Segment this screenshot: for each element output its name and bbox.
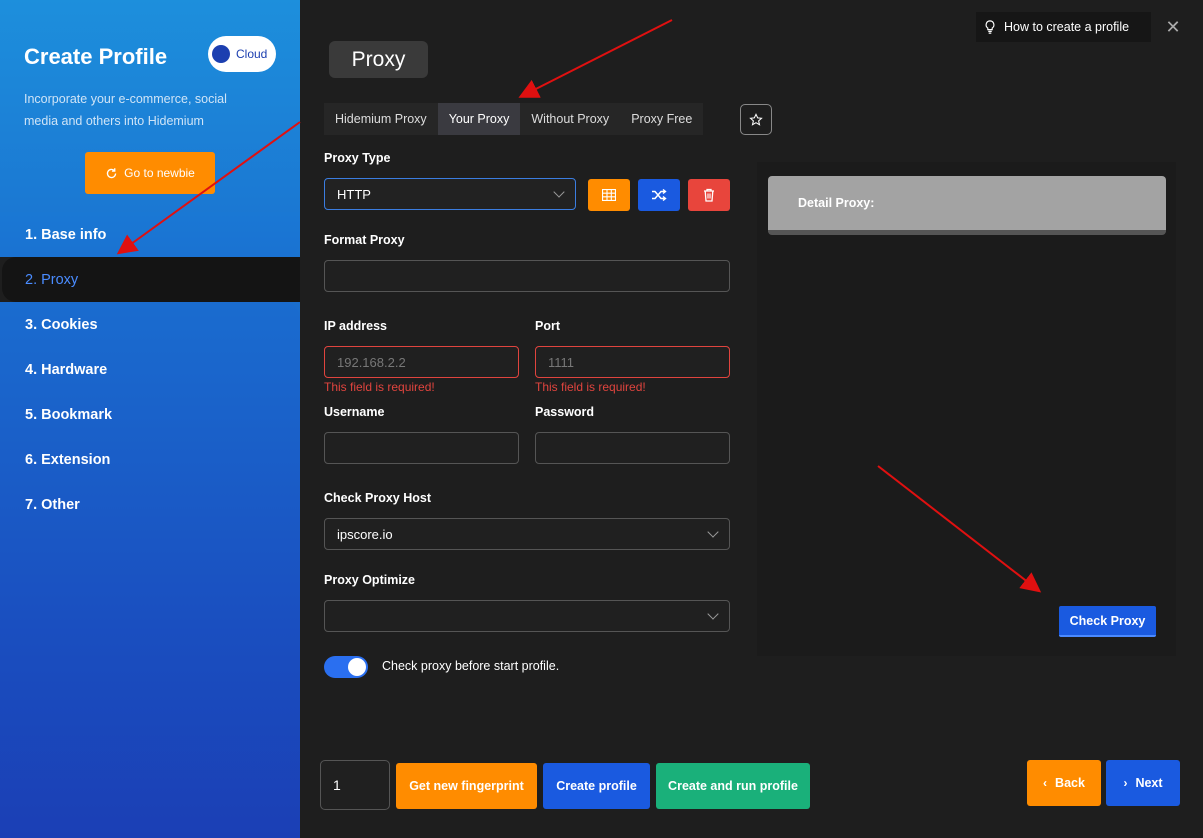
back-label: Back: [1055, 776, 1085, 790]
sidebar-nav: 1. Base info 2. Proxy 3. Cookies 4. Hard…: [0, 212, 300, 527]
check-proxy-host-select[interactable]: ipscore.io: [324, 518, 730, 550]
cloud-label: Cloud: [236, 47, 268, 61]
go-to-newbie-label: Go to newbie: [124, 166, 195, 180]
trash-icon: [704, 188, 714, 202]
proxy-optimize-label: Proxy Optimize: [324, 573, 415, 587]
sidebar-title: Create Profile: [24, 44, 168, 69]
detail-proxy-panel: [757, 162, 1176, 656]
toggle-knob: [348, 658, 366, 676]
cloud-toggle-knob: [212, 45, 230, 63]
check-proxy-toggle-label: Check proxy before start profile.: [382, 659, 560, 673]
proxy-type-value: HTTP: [337, 186, 371, 202]
quantity-input[interactable]: 1: [320, 760, 390, 810]
table-view-button[interactable]: [588, 179, 630, 211]
favorite-button[interactable]: [740, 104, 772, 135]
username-label: Username: [324, 405, 385, 419]
sidebar-item-bookmark[interactable]: 5. Bookmark: [0, 392, 300, 437]
create-and-run-profile-button[interactable]: Create and run profile: [656, 763, 810, 809]
sidebar-item-hardware[interactable]: 4. Hardware: [0, 347, 300, 392]
go-to-newbie-button[interactable]: Go to newbie: [85, 152, 215, 194]
ip-address-label: IP address: [324, 319, 388, 333]
close-icon[interactable]: ✕: [1164, 18, 1182, 36]
get-new-fingerprint-button[interactable]: Get new fingerprint: [396, 763, 537, 809]
star-icon: [749, 112, 763, 126]
lightbulb-icon: [985, 20, 995, 34]
tab-your-proxy[interactable]: Your Proxy: [437, 103, 521, 135]
chevron-down-icon: [553, 186, 565, 198]
sidebar-item-proxy[interactable]: 2. Proxy: [0, 257, 300, 302]
ip-address-input[interactable]: 192.168.2.2: [324, 346, 519, 378]
username-input[interactable]: [324, 432, 519, 464]
proxy-tabs: Hidemium Proxy Your Proxy Without Proxy …: [324, 103, 704, 135]
detail-proxy-label: Detail Proxy:: [798, 196, 875, 210]
password-input[interactable]: [535, 432, 730, 464]
proxy-type-label: Proxy Type: [324, 151, 391, 165]
chevron-down-icon: [707, 608, 719, 620]
proxy-optimize-select[interactable]: [324, 600, 730, 632]
tab-without-proxy[interactable]: Without Proxy: [520, 103, 620, 135]
create-profile-window: Create Profile Cloud Incorporate your e-…: [0, 0, 1203, 838]
password-label: Password: [535, 405, 595, 419]
check-proxy-host-label: Check Proxy Host: [324, 491, 431, 505]
page-title: Proxy: [329, 41, 428, 78]
tab-hidemium-proxy[interactable]: Hidemium Proxy: [324, 103, 438, 135]
back-button[interactable]: ‹ Back: [1027, 760, 1101, 806]
detail-proxy-box: Detail Proxy:: [768, 176, 1166, 235]
grid-icon: [602, 189, 616, 201]
port-error: This field is required!: [535, 380, 646, 394]
check-proxy-host-value: ipscore.io: [337, 526, 393, 542]
refresh-icon: [106, 167, 117, 178]
create-profile-button[interactable]: Create profile: [543, 763, 650, 809]
tab-proxy-free[interactable]: Proxy Free: [620, 103, 703, 135]
next-label: Next: [1135, 776, 1163, 790]
sidebar-item-other[interactable]: 7. Other: [0, 482, 300, 527]
cloud-toggle[interactable]: Cloud: [208, 36, 276, 72]
sidebar-item-extension[interactable]: 6. Extension: [0, 437, 300, 482]
chevron-right-icon: ›: [1123, 776, 1128, 790]
format-proxy-label: Format Proxy: [324, 233, 405, 247]
proxy-type-select[interactable]: HTTP: [324, 178, 576, 210]
port-input[interactable]: 1111: [535, 346, 730, 378]
arrow-to-your-proxy-tab: [518, 19, 673, 98]
sidebar-item-base-info[interactable]: 1. Base info: [0, 212, 300, 257]
format-proxy-input[interactable]: [324, 260, 730, 292]
how-to-create-profile-link[interactable]: How to create a profile: [976, 12, 1151, 42]
chevron-left-icon: ‹: [1043, 776, 1048, 790]
chevron-down-icon: [707, 526, 719, 538]
delete-button[interactable]: [688, 179, 730, 211]
check-proxy-button[interactable]: Check Proxy: [1059, 606, 1156, 637]
ip-address-error: This field is required!: [324, 380, 435, 394]
check-proxy-toggle[interactable]: [324, 656, 368, 678]
shuffle-icon: [652, 189, 667, 201]
port-label: Port: [535, 319, 560, 333]
how-to-label: How to create a profile: [1004, 20, 1130, 34]
next-button[interactable]: › Next: [1106, 760, 1180, 806]
sidebar-item-cookies[interactable]: 3. Cookies: [0, 302, 300, 347]
shuffle-button[interactable]: [638, 179, 680, 211]
sidebar-description: Incorporate your e-commerce, social medi…: [24, 92, 227, 128]
